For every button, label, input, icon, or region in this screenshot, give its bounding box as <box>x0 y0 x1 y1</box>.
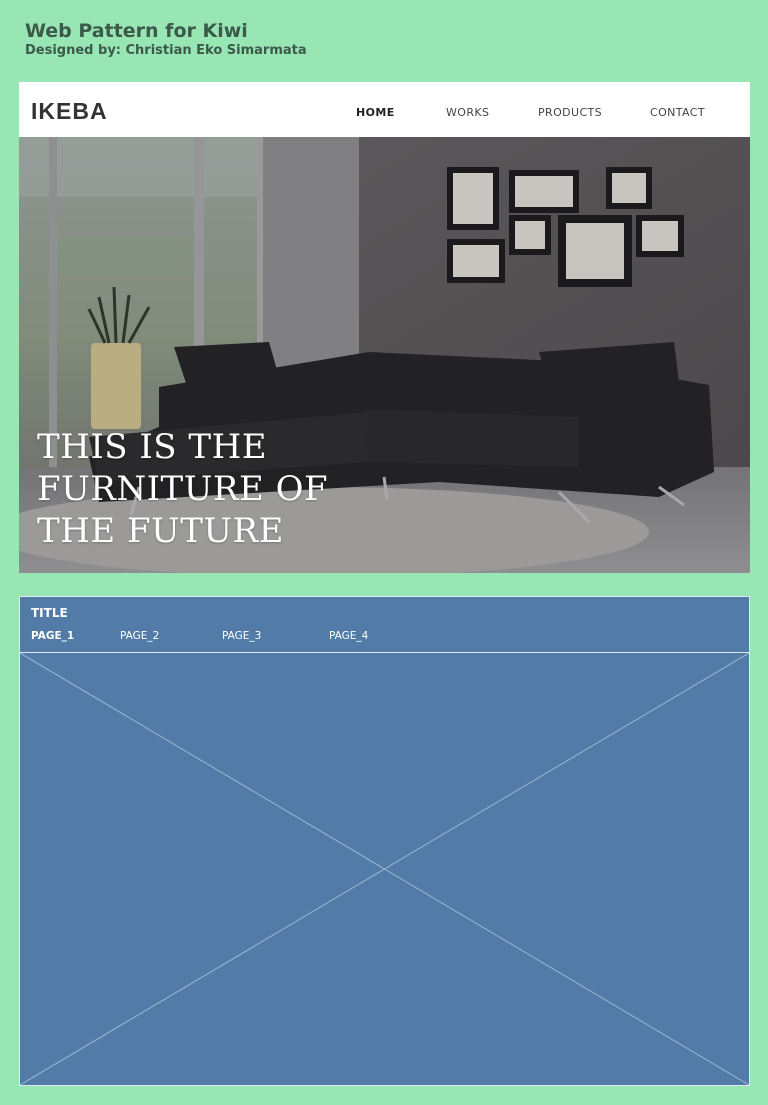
tab-page-2[interactable]: PAGE_2 <box>120 630 159 643</box>
page-header: Web Pattern for Kiwi Designed by: Christ… <box>25 20 307 60</box>
nav-item-works[interactable]: WORKS <box>446 106 489 120</box>
tab-page-4[interactable]: PAGE_4 <box>329 630 368 643</box>
hero-banner: THIS IS THE FURNITURE OF THE FUTURE <box>19 137 750 573</box>
wireframe-pattern: TITLE PAGE_1 PAGE_2 PAGE_3 PAGE_4 <box>19 596 750 1086</box>
site-navbar: IKEBA HOME WORKS PRODUCTS CONTACT <box>19 82 750 137</box>
wireframe-header: TITLE PAGE_1 PAGE_2 PAGE_3 PAGE_4 <box>20 597 749 653</box>
page-subtitle: Designed by: Christian Eko Simarmata <box>25 43 307 58</box>
nav-item-products[interactable]: PRODUCTS <box>538 106 602 120</box>
page-title: Web Pattern for Kiwi <box>25 20 248 42</box>
nav-item-home[interactable]: HOME <box>356 106 395 120</box>
image-placeholder <box>20 653 749 1085</box>
wireframe-title: TITLE <box>31 606 68 620</box>
tab-page-3[interactable]: PAGE_3 <box>222 630 261 643</box>
site-logo[interactable]: IKEBA <box>31 97 108 125</box>
nav-item-contact[interactable]: CONTACT <box>650 106 705 120</box>
tab-page-1[interactable]: PAGE_1 <box>31 630 74 643</box>
hero-headline: THIS IS THE FURNITURE OF THE FUTURE <box>37 427 329 551</box>
website-mockup-ikeba: IKEBA HOME WORKS PRODUCTS CONTACT THIS I… <box>19 82 750 573</box>
